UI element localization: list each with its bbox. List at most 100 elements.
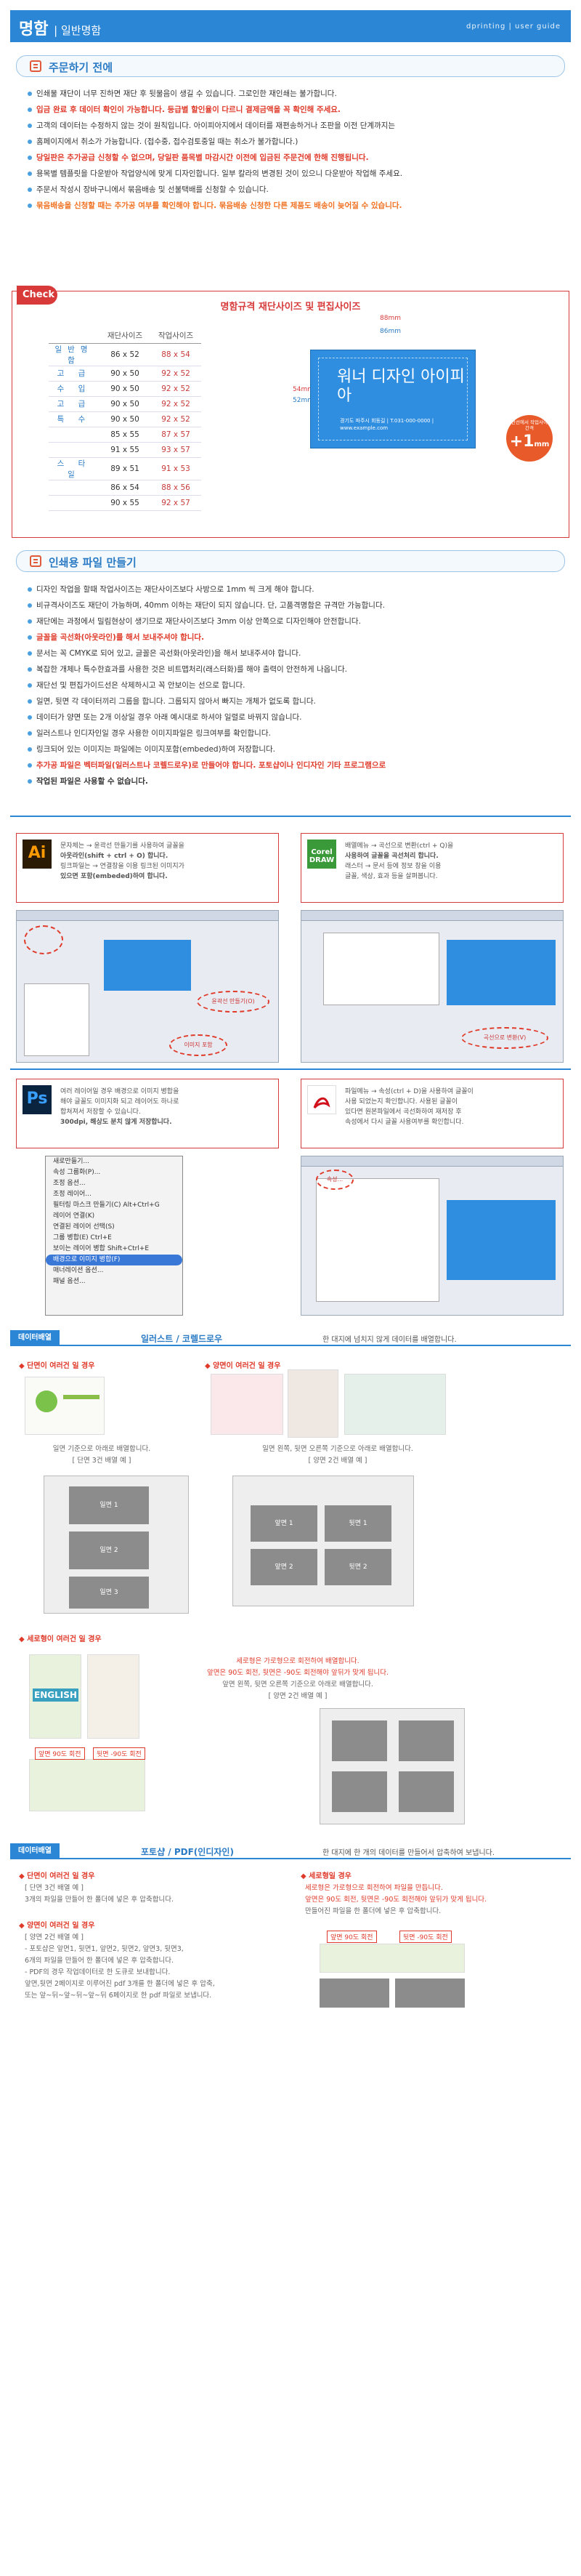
menu-item[interactable]: 보이는 레이어 병합 Shift+Ctrl+E (46, 1244, 182, 1255)
document-icon (30, 60, 41, 72)
placeholder-front (320, 1979, 389, 2008)
rotated-strip-photo (320, 1944, 465, 1973)
pdf-screenshot: 속성... (301, 1156, 564, 1316)
illustrator-logo-icon: Ai (23, 840, 52, 869)
data-layout-header-1: 데이터배열 일러스트 / 코렐드로우 한 대지에 넘치지 않게 데이터를 배열합… (10, 1330, 571, 1346)
menu-item[interactable]: 매너레이션 옵션... (46, 1265, 182, 1276)
size-check-box: Check 명함규격 재단사이즈 및 편집사이즈 재단사이즈 작업사이즈 일반명함… (12, 286, 569, 538)
rotated-card-photo (29, 1759, 145, 1811)
header-guide-label: dprinting | user guide (466, 23, 561, 31)
table-row: 일반명함 86 x 52 88 x 54 (49, 343, 201, 366)
pdf-box: 파일메뉴 → 속성(ctrl + D)을 사용하여 글꼴이 사용 되었는지 확인… (301, 1079, 564, 1148)
rotate-front-label: 앞면 90도 회전 (35, 1747, 85, 1760)
acrobat-logo-icon (307, 1085, 336, 1114)
list-item: 복잡한 개체나 특수한효과를 사용한 것은 비트맵처리(래스터화)를 해야 출력… (26, 661, 564, 677)
table-row: 수 입 90 x 50 92 x 52 (49, 381, 201, 397)
table-row: 86 x 54 88 x 56 (49, 480, 201, 496)
placeholder-back (395, 1979, 465, 2008)
menu-item[interactable]: 조정 옵션... (46, 1178, 182, 1189)
dim-cut-width: 86mm (380, 328, 401, 335)
check-title: 명함규격 재단사이즈 및 편집사이즈 (220, 302, 361, 313)
divider (10, 1068, 571, 1070)
card-name: 워너 디자인 아이피아 (337, 368, 465, 405)
case-double: ◆ 양면이 여러건 일 경우 (205, 1362, 281, 1370)
vertical-card-photo: ENGLISH (29, 1654, 81, 1739)
list-item: 글꼴을 곡선화(아웃라인)를 해서 보내주셔야 합니다. (26, 629, 564, 645)
card-info: 경기도 파주시 회동길 | T.031-000-0000 | www.examp… (340, 418, 434, 431)
curve-oval: 곡선으로 변환(V) (461, 1027, 548, 1049)
double-layout-grid: 앞면 1 뒷면 1 앞면 2 뒷면 2 (232, 1476, 414, 1606)
list-item: 추가공 파일은 벡터파일(일러스트나 코렐드로우)로 만들어야 합니다. 포토샵… (26, 757, 564, 773)
sample-card-photo (211, 1374, 283, 1435)
sample-toys-photo (344, 1374, 446, 1435)
case-single: ◆ 단면이 여러건 일 경우 (19, 1362, 95, 1370)
list-item: 디자인 작업을 할때 작업사이즈는 재단사이즈보다 사방으로 1mm 씩 크게 … (26, 581, 564, 597)
sample-business-card: 워너 디자인 아이피아 경기도 파주시 회동길 | T.031-000-0000… (310, 350, 476, 448)
menu-item[interactable]: 레이어 연결(K) (46, 1211, 182, 1222)
plus-one-badge: 재단선에서 작업사이즈 간격 +1mm (506, 415, 553, 462)
table-row: 고 급 90 x 50 92 x 52 (49, 396, 201, 412)
caption-single: 일면 기준으로 아래로 배열합니다.[ 단면 3건 배열 예 ] (52, 1445, 151, 1465)
rotate-back-label: 뒷면 -90도 회전 (93, 1747, 145, 1760)
layer-menu: 새로만들기... 속성 그룹화(P)... 조정 옵션... 조정 레이어...… (45, 1156, 183, 1316)
page-title: 명함 | 일반명함 (19, 20, 102, 39)
list-item: 용목별 템플릿을 다운받아 작업양식에 맞게 디자인합니다. 일부 칼라의 변경… (26, 166, 564, 182)
caption-vertical-2: 세로형은 가로형으로 회전하여 파일을 만듭니다. 앞면은 90도 회전, 뒷면은… (305, 1884, 487, 1915)
list-item: 작업된 파일은 사용할 수 없습니다. (26, 773, 564, 789)
highlight-oval (24, 925, 63, 954)
section-title-make-file: 인쇄용 파일 만들기 (16, 550, 565, 572)
list-item: 주문서 작성시 장바구니에서 묶음배송 및 선불택배를 신청할 수 있습니다. (26, 182, 564, 198)
table-row: 고 급 90 x 50 92 x 52 (49, 366, 201, 382)
list-item: 일러스트나 인디자인일 경우 사용한 이미지파일은 링크여부를 확인합니다. (26, 725, 564, 741)
single-layout-grid: 일면 1 일면 2 일면 3 (44, 1476, 189, 1614)
case-vertical-2: ◆ 세로형일 경우 (301, 1872, 352, 1880)
illustrator-box: Ai 문자체는 → 윤곽선 만들기를 사용하여 글꼴을 아웃라인(shift +… (16, 833, 279, 903)
page-header: 명함 | 일반명함 dprinting | user guide (10, 10, 571, 42)
sample-baby-photo (288, 1369, 338, 1438)
dim-work-width: 88mm (380, 315, 401, 322)
list-item: 홈페이지에서 취소가 가능합니다. (접수중, 접수검토중일 때는 취소가 불가… (26, 134, 564, 150)
photoshop-box: Ps 여러 레이어일 경우 배경으로 이미지 병합을 해야 글꼴도 이미지화 되… (16, 1079, 279, 1148)
case-single-2: ◆ 단면이 여러건 일 경우 (19, 1872, 95, 1880)
menu-item[interactable]: 새로만들기... (46, 1156, 182, 1167)
document-icon (30, 555, 41, 567)
vertical-layout-grid (320, 1708, 465, 1824)
outline-oval: 윤곽선 만들기(O) (197, 991, 269, 1013)
list-item: 묶음배송을 신청할 때는 추가공 여부를 확인해야 합니다. 묶음배송 신청한 … (26, 198, 564, 214)
list-item: 고객의 데이터는 수정하지 않는 것이 원칙입니다. 아이피아지에서 데이터를 … (26, 118, 564, 134)
list-item: 데이터가 양면 또는 2개 이상일 경우 아래 예시대로 하셔야 일렬로 바꿔지… (26, 709, 564, 725)
list-item: 재단선 및 편집가이드선은 삭제하시고 꼭 안보이는 선으로 합니다. (26, 677, 564, 693)
coreldraw-screenshot: 곡선으로 변환(V) (301, 910, 564, 1063)
list-item: 입금 완료 후 데이터 확인이 가능합니다. 등급별 할인율이 다르니 결제금액… (26, 102, 564, 118)
caption-vertical: 세로형은 가로형으로 회전하여 배열합니다. 앞면은 90도 회전, 뒷면은 -9… (206, 1657, 389, 1700)
list-item: 당일판은 추가공급 신청할 수 없으며, 당일판 품목별 마감시간 이전에 입금… (26, 150, 564, 166)
table-row: 85 x 55 87 x 57 (49, 427, 201, 443)
menu-item-flatten[interactable]: 배경으로 이미지 병합(F) (46, 1255, 182, 1265)
menu-item[interactable]: 조정 레이어... (46, 1189, 182, 1200)
vertical-card-photo (87, 1654, 139, 1739)
menu-item[interactable]: 그룹 병합(E) Ctrl+E (46, 1233, 182, 1244)
menu-item[interactable]: 패널 옵션... (46, 1276, 182, 1287)
divider (10, 816, 571, 817)
list-item: 재단에는 과정에서 밀림현상이 생기므로 재단사이즈보다 3mm 이상 안쪽으로… (26, 613, 564, 629)
list-item: 일면, 뒷면 각 데이터끼리 그룹을 합니다. 그룹되지 않아서 빠지는 개체가… (26, 693, 564, 709)
table-row: 90 x 55 92 x 57 (49, 495, 201, 511)
menu-item[interactable]: 필터링 마스크 만들기(C) Alt+Ctrl+G (46, 1200, 182, 1211)
section-title-before-order: 주문하기 전에 (16, 55, 565, 77)
list-item: 비규격사이즈도 재단이 가능하며, 40mm 이하는 재단이 되지 않습니다. … (26, 597, 564, 613)
table-row: 특 수 90 x 50 92 x 52 (49, 411, 201, 427)
size-table: 재단사이즈 작업사이즈 일반명함 86 x 52 88 x 54 고 급 90 x 50… (49, 328, 201, 511)
menu-item[interactable]: 연결된 레이어 선택(S) (46, 1222, 182, 1233)
photoshop-logo-icon: Ps (23, 1085, 52, 1114)
rotate-front-label-2: 앞면 90도 회전 (327, 1931, 377, 1943)
data-layout-header-2: 데이터배열 포토샵 / PDF(인디자인) 한 대지에 한 개의 데이터를 만들… (10, 1843, 571, 1859)
menu-item[interactable]: 속성 그룹화(P)... (46, 1167, 182, 1178)
case-vertical: ◆ 세로형이 여러건 일 경우 (19, 1635, 102, 1643)
illustrator-screenshot: 윤곽선 만들기(O) 이미지 포함 (16, 910, 279, 1063)
properties-oval: 속성... (316, 1170, 354, 1190)
caption-double: 일면 왼쪽, 뒷면 오른쪽 기준으로 아래로 배열합니다.[ 양면 2건 배열 … (262, 1445, 413, 1465)
list-item: 링크되어 있는 이미지는 파일에는 이미지포함(embeded)하여 저장합니다… (26, 741, 564, 757)
coreldraw-logo-icon: Corel DRAW (307, 840, 336, 869)
embed-oval: 이미지 포함 (169, 1034, 227, 1056)
list-item: 문서는 꼭 CMYK로 되어 있고, 글꼴은 곡선화(아웃라인)을 해서 보내주… (26, 645, 564, 661)
